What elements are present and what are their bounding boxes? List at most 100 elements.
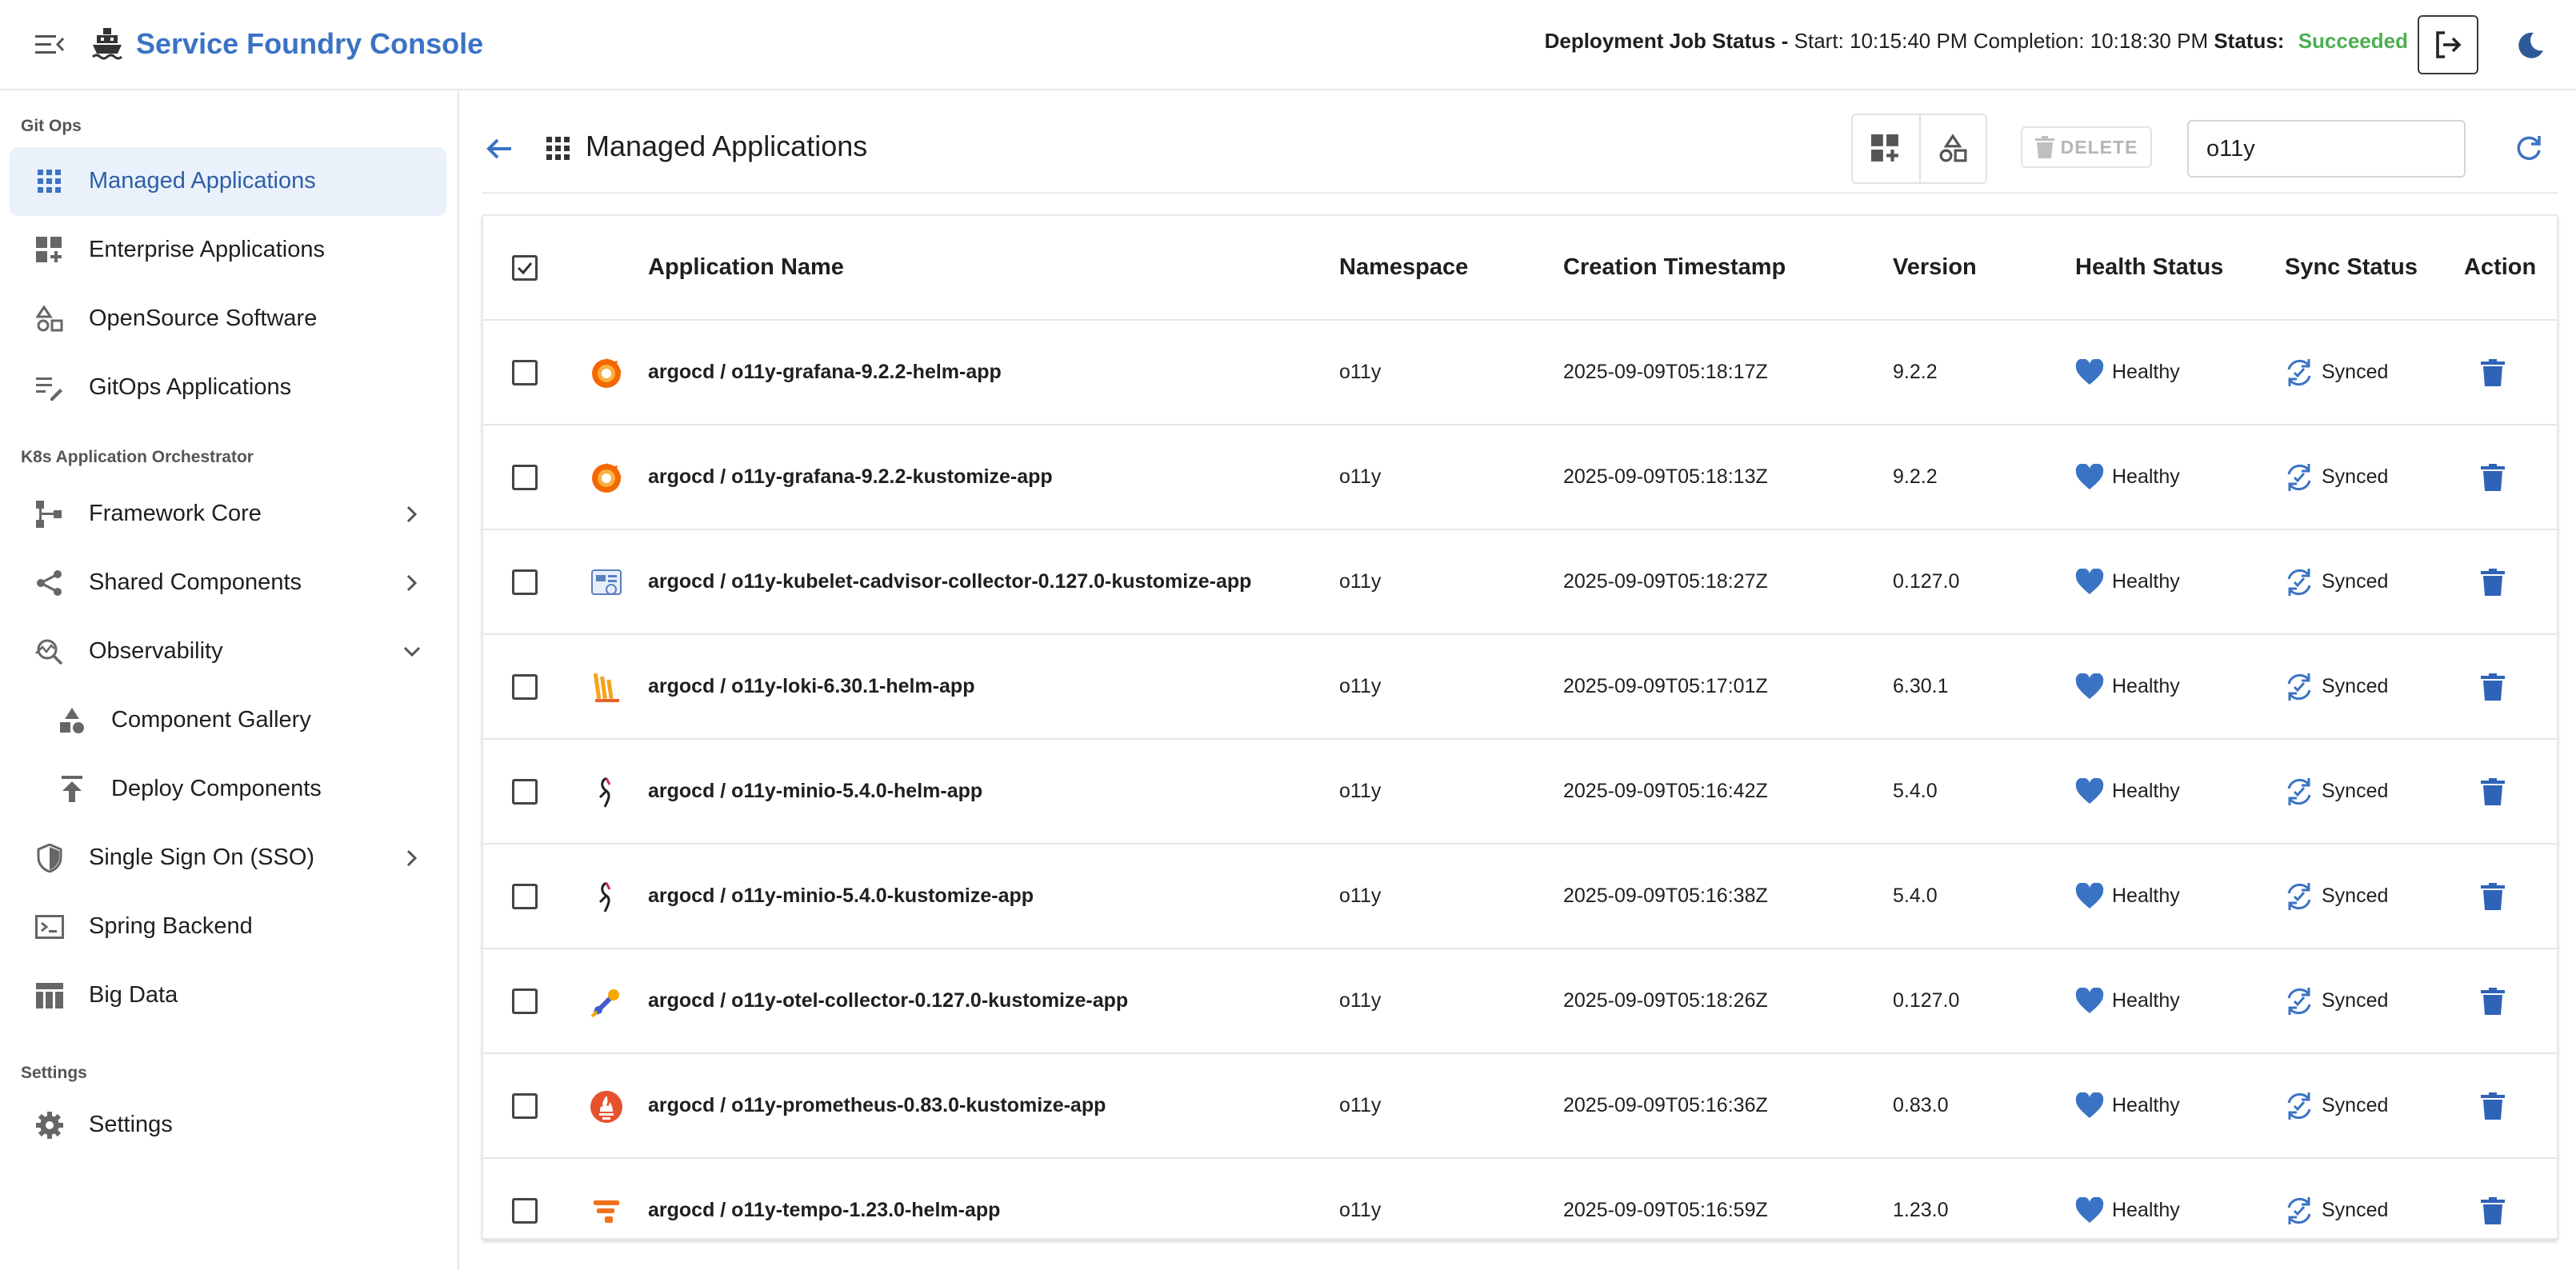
application-name-cell[interactable]: argocd / o11y-prometheus-0.83.0-kustomiz… <box>648 1054 1106 1157</box>
sidebar-item-label: Settings <box>89 1112 173 1137</box>
sidebar-item-settings[interactable]: Settings <box>10 1091 446 1160</box>
timestamp-cell: 2025-09-09T05:16:59Z <box>1563 1199 1768 1221</box>
select-all-checkbox[interactable] <box>512 255 538 281</box>
row-checkbox[interactable] <box>512 674 538 700</box>
column-header-application-name[interactable]: Application Name <box>648 216 844 319</box>
trash-icon <box>2481 463 2505 491</box>
sidebar-item-opensource-software[interactable]: OpenSource Software <box>10 285 446 353</box>
sidebar-item-spring-backend[interactable]: Spring Backend <box>10 893 446 961</box>
application-name-cell[interactable]: argocd / o11y-grafana-9.2.2-helm-app <box>648 321 1002 424</box>
status-label: Status: <box>2214 29 2285 53</box>
sidebar-item-component-gallery[interactable]: Component Gallery <box>10 686 446 755</box>
heart-icon <box>2075 882 2104 909</box>
health-status-label: Healthy <box>2112 780 2180 802</box>
delete-row-button[interactable] <box>2477 985 2509 1017</box>
sync-icon <box>2287 882 2311 910</box>
namespace-cell: o11y <box>1339 570 1382 593</box>
menu-open-icon[interactable] <box>32 29 67 61</box>
namespace-cell: o11y <box>1339 361 1382 383</box>
action-cell <box>2477 425 2509 529</box>
column-header-creation-timestamp[interactable]: Creation Timestamp <box>1563 216 1786 319</box>
otel-icon <box>589 984 624 1020</box>
table-row[interactable]: argocd / o11y-minio-5.4.0-kustomize-app o… <box>483 845 2557 949</box>
add-enterprise-app-button[interactable] <box>1853 115 1919 182</box>
chevron-right-icon[interactable] <box>398 845 426 872</box>
application-name-cell[interactable]: argocd / o11y-minio-5.4.0-kustomize-app <box>648 845 1034 948</box>
row-checkbox[interactable] <box>512 1093 538 1119</box>
delete-row-button[interactable] <box>2477 776 2509 808</box>
refresh-button[interactable] <box>2510 130 2547 166</box>
table-row[interactable]: argocd / o11y-tempo-1.23.0-helm-app o11y 2… <box>483 1159 2557 1238</box>
sidebar-item-big-data[interactable]: Big Data <box>10 961 446 1030</box>
trash-icon <box>2481 568 2505 596</box>
column-header-health-status[interactable]: Health Status <box>2075 216 2223 319</box>
row-checkbox[interactable] <box>512 360 538 385</box>
sidebar-item-shared-components[interactable]: Shared Components <box>10 549 446 617</box>
delete-row-button[interactable] <box>2477 1090 2509 1122</box>
back-button[interactable] <box>482 131 517 166</box>
column-header-sync-status[interactable]: Sync Status <box>2285 216 2418 319</box>
table-row[interactable]: argocd / o11y-grafana-9.2.2-kustomize-ap… <box>483 425 2557 530</box>
table-row[interactable]: argocd / o11y-prometheus-0.83.0-kustomiz… <box>483 1054 2557 1159</box>
sync-status-label: Synced <box>2322 361 2389 383</box>
column-header-namespace[interactable]: Namespace <box>1339 216 1468 319</box>
sidebar-item-observability[interactable]: Observability <box>10 617 446 686</box>
table-row[interactable]: argocd / o11y-minio-5.4.0-helm-app o11y 20… <box>483 740 2557 845</box>
table-row[interactable]: argocd / o11y-kubelet-cadvisor-collector… <box>483 530 2557 635</box>
status-value: Succeeded <box>2298 29 2408 53</box>
sidebar-item-gitops-applications[interactable]: GitOps Applications <box>10 353 446 422</box>
application-name-cell[interactable]: argocd / o11y-tempo-1.23.0-helm-app <box>648 1159 1000 1238</box>
namespace-cell: o11y <box>1339 1199 1382 1221</box>
sync-status-cell: Synced <box>2285 1054 2388 1157</box>
sidebar-item-managed-applications[interactable]: Managed Applications <box>10 147 446 216</box>
chevron-right-icon[interactable] <box>398 569 426 597</box>
sidebar-item-label: Observability <box>89 638 223 664</box>
sidebar-item-framework-core[interactable]: Framework Core <box>10 480 446 549</box>
table-row[interactable]: argocd / o11y-otel-collector-0.127.0-kus… <box>483 949 2557 1054</box>
sync-status-label: Synced <box>2322 570 2389 593</box>
delete-row-button[interactable] <box>2477 1195 2509 1227</box>
delete-row-button[interactable] <box>2477 566 2509 598</box>
application-name-cell[interactable]: argocd / o11y-minio-5.4.0-helm-app <box>648 740 982 843</box>
section-label-settings: Settings <box>21 1064 87 1082</box>
application-name-cell[interactable]: argocd / o11y-grafana-9.2.2-kustomize-ap… <box>648 425 1053 529</box>
grafana-icon <box>589 461 624 496</box>
logout-button[interactable] <box>2418 15 2478 74</box>
application-name-cell[interactable]: argocd / o11y-loki-6.30.1-helm-app <box>648 635 974 738</box>
sidebar-item-deploy-components[interactable]: Deploy Components <box>10 755 446 824</box>
delete-row-button[interactable] <box>2477 461 2509 493</box>
minio-icon <box>589 880 624 915</box>
dark-mode-toggle[interactable] <box>2512 27 2549 64</box>
checkmark-icon <box>517 262 533 275</box>
health-status-label: Healthy <box>2112 570 2180 593</box>
chevron-down-icon[interactable] <box>398 638 426 665</box>
terminal-icon <box>34 911 66 943</box>
delete-button[interactable]: DELETE <box>2021 126 2152 168</box>
row-checkbox[interactable] <box>512 569 538 595</box>
refresh-icon <box>2517 136 2541 161</box>
sync-status-label: Synced <box>2322 465 2389 488</box>
sidebar-item-sso[interactable]: Single Sign On (SSO) <box>10 824 446 893</box>
chevron-right-icon[interactable] <box>398 501 426 528</box>
add-opensource-button[interactable] <box>1918 115 1986 182</box>
table-row[interactable]: argocd / o11y-grafana-9.2.2-helm-app o11y… <box>483 321 2557 425</box>
search-input[interactable] <box>2187 120 2466 178</box>
app-title[interactable]: Service Foundry Console <box>136 27 483 61</box>
application-name-cell[interactable]: argocd / o11y-otel-collector-0.127.0-kus… <box>648 949 1128 1052</box>
sidebar-item-enterprise-applications[interactable]: Enterprise Applications <box>10 216 446 285</box>
sync-status-label: Synced <box>2322 780 2389 802</box>
trash-icon <box>2034 136 2054 158</box>
row-checkbox[interactable] <box>512 1198 538 1224</box>
row-checkbox[interactable] <box>512 884 538 909</box>
table-row[interactable]: argocd / o11y-loki-6.30.1-helm-app o11y 20… <box>483 635 2557 740</box>
health-status-cell: Healthy <box>2075 1159 2180 1238</box>
application-name-cell[interactable]: argocd / o11y-kubelet-cadvisor-collector… <box>648 530 1251 633</box>
delete-row-button[interactable] <box>2477 671 2509 703</box>
delete-row-button[interactable] <box>2477 357 2509 389</box>
row-checkbox[interactable] <box>512 779 538 805</box>
column-header-version[interactable]: Version <box>1893 216 1977 319</box>
delete-row-button[interactable] <box>2477 881 2509 913</box>
row-checkbox[interactable] <box>512 988 538 1014</box>
row-checkbox[interactable] <box>512 465 538 490</box>
sync-status-cell: Synced <box>2285 740 2388 843</box>
